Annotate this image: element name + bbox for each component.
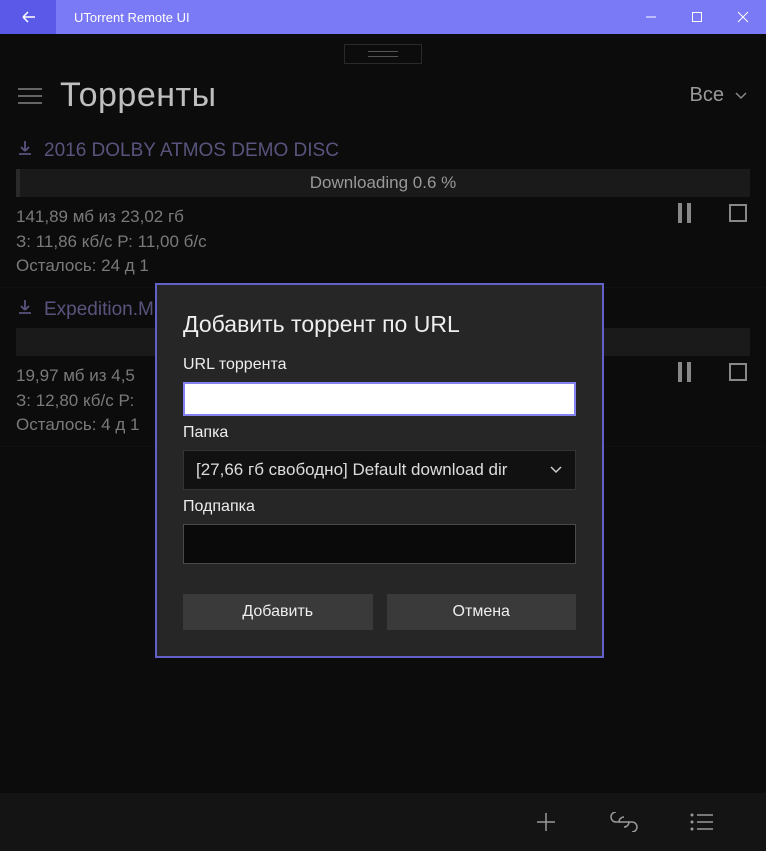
torrent-stats: 141,89 мб из 23,02 гб З: 11,86 кб/с Р: 1… xyxy=(16,205,750,279)
pause-icon xyxy=(678,203,691,223)
subfolder-label: Подпапка xyxy=(183,498,576,516)
folder-label: Папка xyxy=(183,424,576,442)
speed-line: З: 11,86 кб/с Р: 11,00 б/с xyxy=(16,230,750,255)
bottom-toolbar xyxy=(0,793,766,851)
drag-lines-icon xyxy=(368,51,398,57)
torrent-name: 2016 DOLBY ATMOS DEMO DISC xyxy=(44,140,339,162)
stop-button[interactable] xyxy=(726,360,750,384)
list-button[interactable] xyxy=(688,808,716,836)
download-icon xyxy=(16,139,34,163)
filter-dropdown[interactable]: Все xyxy=(690,84,748,107)
pause-button[interactable] xyxy=(672,360,696,384)
cancel-button[interactable]: Отмена xyxy=(387,594,577,630)
add-button[interactable] xyxy=(532,808,560,836)
window-close-button[interactable] xyxy=(720,0,766,34)
chevron-down-icon xyxy=(734,89,748,103)
drag-handle[interactable] xyxy=(344,44,422,64)
app-body: Торренты Все 2016 DOLBY ATMOS DEMO DISC … xyxy=(0,34,766,851)
torrent-row[interactable]: 2016 DOLBY ATMOS DEMO DISC Downloading 0… xyxy=(0,129,766,288)
folder-select[interactable]: [27,66 гб свободно] Default download dir xyxy=(183,450,576,490)
pause-icon xyxy=(678,362,691,382)
page-title: Торренты xyxy=(60,76,690,115)
link-button[interactable] xyxy=(610,808,638,836)
window-title: UTorrent Remote UI xyxy=(56,10,628,25)
window-maximize-button[interactable] xyxy=(674,0,720,34)
eta-line: Осталось: 24 д 1 xyxy=(16,254,750,279)
progress-bar: Downloading 0.6 % xyxy=(16,169,750,197)
folder-selected-value: [27,66 гб свободно] Default download dir xyxy=(196,460,507,480)
stop-button[interactable] xyxy=(726,201,750,225)
download-icon xyxy=(16,298,34,322)
progress-label: Downloading 0.6 % xyxy=(310,173,456,193)
url-label: URL торрента xyxy=(183,356,576,374)
hamburger-menu-button[interactable] xyxy=(18,84,42,108)
url-input[interactable] xyxy=(183,382,576,416)
window-titlebar: UTorrent Remote UI xyxy=(0,0,766,34)
filter-label: Все xyxy=(690,84,724,107)
torrent-name: Expedition.M xyxy=(44,299,154,321)
pause-button[interactable] xyxy=(672,201,696,225)
window-minimize-button[interactable] xyxy=(628,0,674,34)
chevron-down-icon xyxy=(549,463,563,477)
stop-icon xyxy=(729,204,747,222)
back-button[interactable] xyxy=(0,0,56,34)
stop-icon xyxy=(729,363,747,381)
add-confirm-button[interactable]: Добавить xyxy=(183,594,373,630)
subfolder-input[interactable] xyxy=(183,524,576,564)
size-line: 141,89 мб из 23,02 гб xyxy=(16,205,750,230)
add-url-dialog: Добавить торрент по URL URL торрента Пап… xyxy=(155,283,604,658)
dialog-title: Добавить торрент по URL xyxy=(183,311,576,338)
